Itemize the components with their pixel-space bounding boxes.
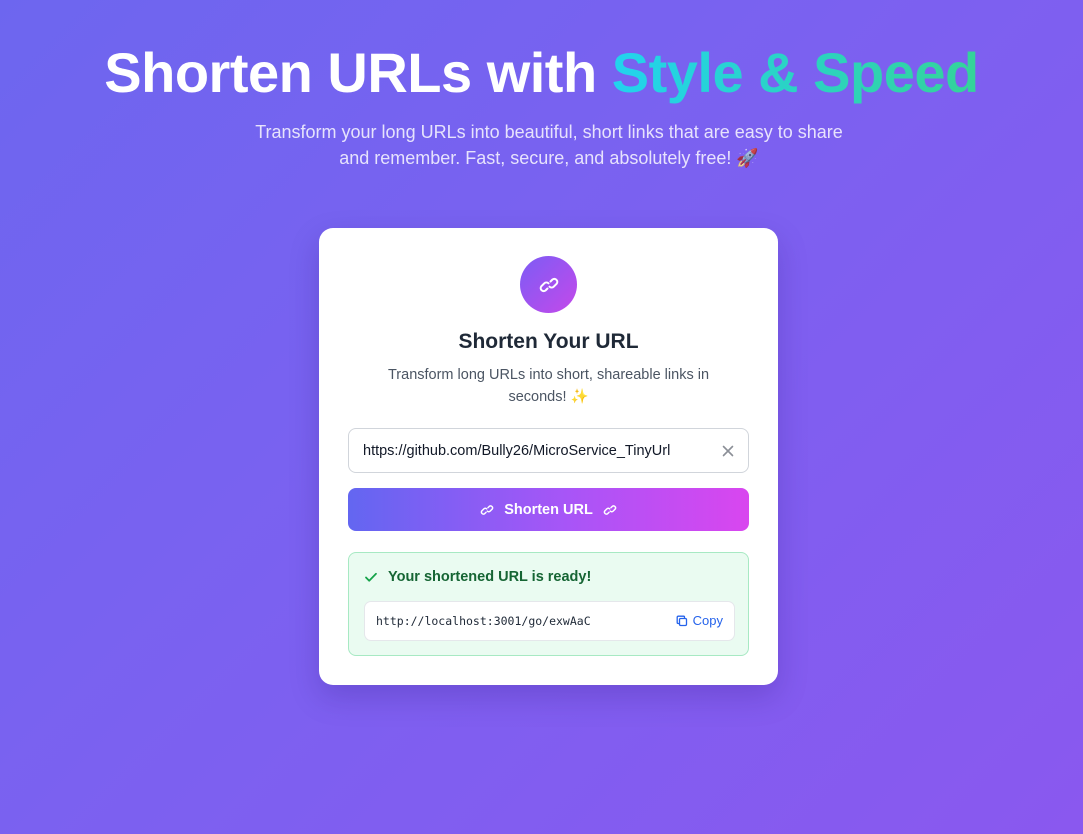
copy-icon [676, 615, 688, 627]
result-heading-text: Your shortened URL is ready! [388, 569, 592, 585]
copy-button-label: Copy [692, 613, 723, 628]
shorten-url-button[interactable]: Shorten URL [348, 488, 749, 531]
hero-title-main: Shorten URLs with [104, 41, 612, 104]
result-heading: Your shortened URL is ready! [364, 569, 591, 585]
url-input-container [348, 428, 749, 473]
link-icon [479, 502, 495, 518]
clear-input-button[interactable] [718, 441, 738, 461]
hero-subtitle: Transform your long URLs into beautiful,… [255, 122, 843, 168]
shorten-url-button-label: Shorten URL [504, 501, 593, 518]
result-panel: Your shortened URL is ready! http://loca… [348, 552, 749, 656]
hero-title: Shorten URLs with Style & Speed [0, 38, 1083, 108]
card-title: Shorten Your URL [458, 330, 639, 353]
copy-button[interactable]: Copy [676, 612, 723, 630]
url-input[interactable] [363, 429, 703, 472]
short-url-field: http://localhost:3001/go/exwAaC Copy [364, 601, 735, 641]
link-icon [602, 502, 618, 518]
check-icon [364, 570, 378, 584]
link-icon [537, 273, 561, 297]
close-icon [721, 444, 735, 458]
hero-title-accent: Style & Speed [611, 41, 979, 104]
short-url-text[interactable]: http://localhost:3001/go/exwAaC [376, 602, 591, 640]
shorten-card: Shorten Your URL Transform long URLs int… [319, 228, 778, 685]
card-subtitle: Transform long URLs into short, shareabl… [387, 367, 710, 405]
card-logo [520, 256, 577, 313]
